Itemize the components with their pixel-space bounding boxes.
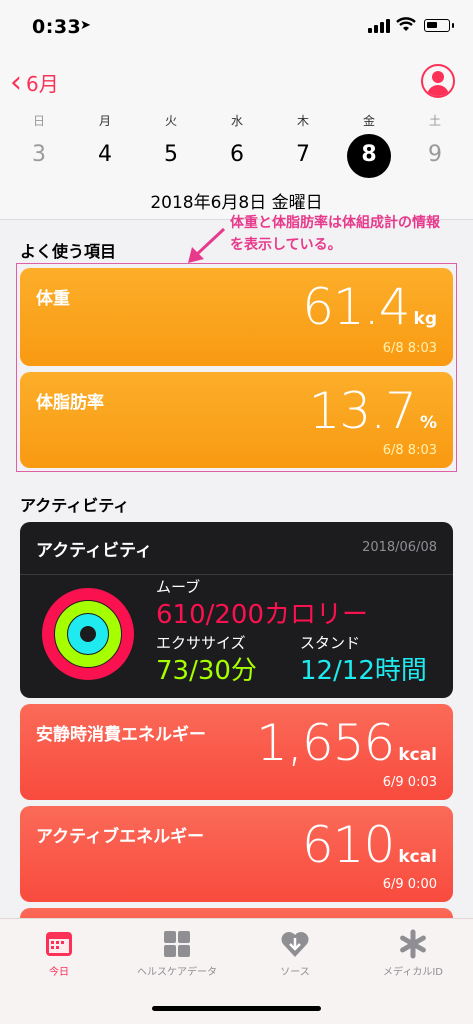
card-title: 体脂肪率 xyxy=(36,393,104,413)
day-button[interactable]: 3 xyxy=(14,142,64,167)
day-button[interactable]: 9 xyxy=(410,142,460,167)
activity-rings-icon xyxy=(42,588,134,680)
weekday-label: 火 xyxy=(164,114,177,128)
home-indicator xyxy=(152,1006,321,1011)
tab-medical-id[interactable]: メディカルID xyxy=(354,929,472,978)
divider xyxy=(20,574,453,575)
weekday-label: 月 xyxy=(98,114,111,128)
card-value: 610 xyxy=(301,816,395,874)
tab-today[interactable]: 今日 xyxy=(0,929,118,978)
body-fat-card[interactable]: 体脂肪率 13.7% 6/8 8:03 xyxy=(20,372,453,468)
active-energy-card[interactable]: アクティブエネルギー 610 kcal 6/9 0:00 xyxy=(20,806,453,902)
back-label: 6月 xyxy=(26,72,59,96)
tab-sources[interactable]: ソース xyxy=(236,929,354,978)
resting-energy-card[interactable]: 安静時消費エネルギー 1,656 kcal 6/9 0:03 xyxy=(20,704,453,800)
day-button[interactable]: 7 xyxy=(278,142,328,167)
favorites-section-title: よく使う項目 xyxy=(20,242,117,261)
card-value: 13.7 xyxy=(308,382,417,440)
annotation-text: 体重と体脂肪率は体組成計の情報を表示している。 xyxy=(230,215,440,253)
asterisk-icon xyxy=(398,929,428,959)
status-bar: 0:33 ➤ xyxy=(0,0,473,50)
tab-label: ヘルスケアデータ xyxy=(137,967,217,978)
tab-label: ソース xyxy=(280,967,310,978)
weekday-label: 水 xyxy=(230,114,243,128)
calendar-icon xyxy=(44,929,74,959)
weekday-label: 木 xyxy=(296,114,309,128)
card-unit: kg xyxy=(413,309,437,329)
card-timestamp: 6/9 0:03 xyxy=(382,775,437,790)
full-date-label: 2018年6月8日 金曜日 xyxy=(150,193,323,213)
back-button[interactable]: ‹ 6月 xyxy=(10,64,59,100)
card-title: 体重 xyxy=(36,289,70,309)
card-unit: % xyxy=(419,413,437,433)
location-arrow-icon: ➤ xyxy=(80,18,91,33)
activity-section-title: アクティビティ xyxy=(20,496,130,515)
activity-card[interactable]: アクティビティ 2018/06/08 ムーブ 610/200カロリー エクササイ… xyxy=(20,522,453,698)
day-button-selected[interactable]: 8 xyxy=(344,142,394,167)
card-timestamp: 6/9 0:00 xyxy=(382,877,437,892)
weekday-label: 金 xyxy=(362,114,375,128)
card-unit: kcal xyxy=(398,847,437,867)
card-value: 61.4 xyxy=(302,278,410,336)
date-header: ‹ 6月 日 月 火 水 木 金 土 3 4 5 6 7 8 9 2018年6月… xyxy=(0,50,473,220)
stand-value: 12/12時間 xyxy=(300,656,427,686)
annotation-arrow-icon xyxy=(188,227,226,263)
weight-card[interactable]: 体重 61.4 kg 6/8 8:03 xyxy=(20,268,453,366)
status-time: 0:33 xyxy=(32,16,82,38)
card-value: 1,656 xyxy=(256,714,395,772)
tab-label: メディカルID xyxy=(383,967,443,978)
card-title: アクティブエネルギー xyxy=(36,827,205,847)
signal-icon xyxy=(368,19,390,33)
card-title: 安静時消費エネルギー xyxy=(36,725,206,745)
battery-icon xyxy=(424,19,454,32)
chevron-left-icon: ‹ xyxy=(10,64,22,100)
tab-label: 今日 xyxy=(49,967,69,978)
wifi-icon xyxy=(396,17,416,37)
profile-avatar-button[interactable] xyxy=(421,64,455,98)
weekday-label: 土 xyxy=(428,114,441,128)
exercise-value: 73/30分 xyxy=(156,656,257,686)
grid-icon xyxy=(162,929,192,959)
card-unit: kcal xyxy=(398,745,437,765)
card-timestamp: 6/8 8:03 xyxy=(382,341,437,356)
weekday-label: 日 xyxy=(32,114,45,128)
heart-download-icon xyxy=(280,929,310,959)
day-button[interactable]: 4 xyxy=(80,142,130,167)
card-timestamp: 6/8 8:03 xyxy=(382,443,437,458)
card-title: アクティビティ xyxy=(36,541,153,561)
tab-health-data[interactable]: ヘルスケアデータ xyxy=(118,929,236,978)
card-date: 2018/06/08 xyxy=(362,540,437,555)
day-button[interactable]: 6 xyxy=(212,142,262,167)
day-button[interactable]: 5 xyxy=(146,142,196,167)
move-value: 610/200カロリー xyxy=(156,600,369,630)
